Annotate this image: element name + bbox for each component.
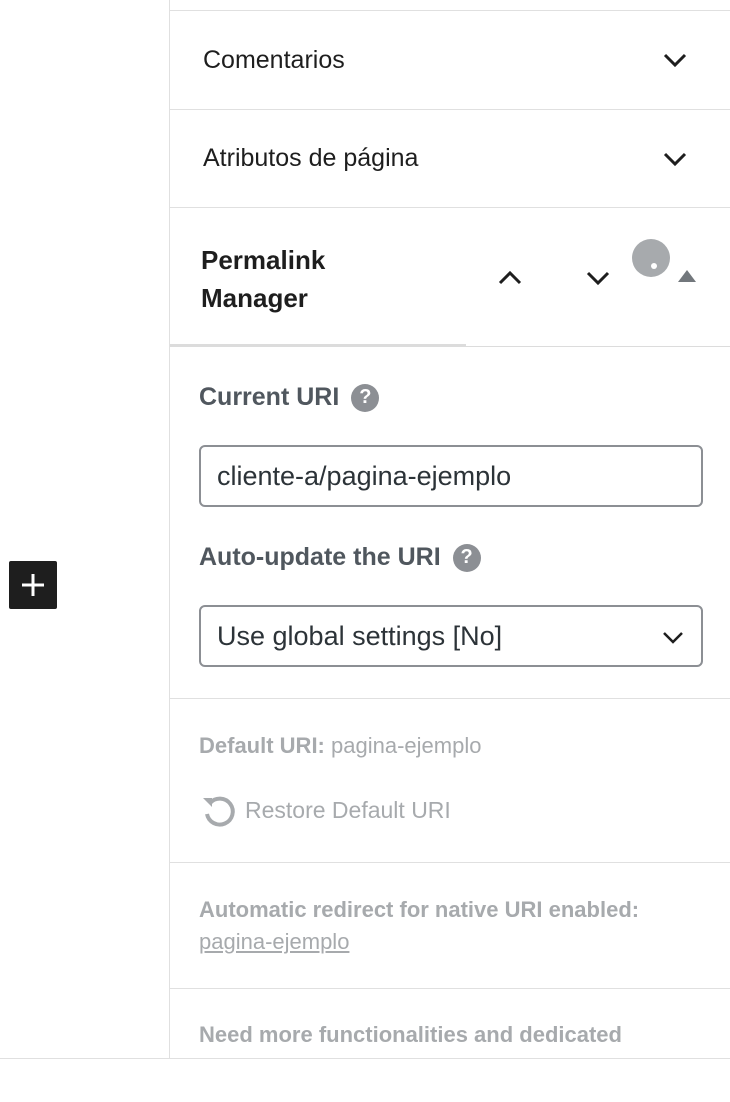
restore-default-uri-button[interactable]: Restore Default URI [199, 790, 451, 830]
settings-sidebar: Comentarios Atributos de página Permalin… [169, 0, 730, 1058]
panel-header-active-underline [170, 344, 466, 347]
panel-title-line-2: Manager [201, 283, 308, 313]
chevron-down-icon[interactable] [581, 261, 615, 295]
panel-permalink-manager-title[interactable]: Permalink Manager [201, 241, 325, 317]
section-divider [170, 988, 730, 989]
current-uri-input[interactable] [199, 445, 703, 507]
auto-update-selected-value: Use global settings [No] [217, 620, 503, 651]
question-circle-icon[interactable]: ? [452, 543, 481, 572]
panel-title-line-1: Permalink [201, 245, 326, 275]
plus-icon [22, 574, 44, 596]
auto-update-label: Auto-update the URI ? [199, 543, 481, 572]
question-circle-icon[interactable]: ? [351, 383, 380, 412]
panel-page-attributes[interactable]: Atributos de página [170, 109, 730, 207]
default-uri: Default URI: pagina-ejemplo [199, 733, 481, 759]
chevron-down-icon [663, 632, 683, 644]
footer-divider [0, 1058, 730, 1059]
default-uri-value: pagina-ejemplo [331, 733, 482, 758]
chevron-up-icon[interactable] [493, 261, 527, 295]
panel-permalink-manager: Permalink Manager [170, 207, 730, 347]
panel-page-attributes-title: Atributos de página [203, 144, 419, 172]
triangle-up-icon[interactable] [678, 270, 696, 282]
chevron-down-icon[interactable] [658, 43, 692, 77]
panel-comments[interactable]: Comentarios [170, 11, 730, 109]
previous-panel-edge [170, 0, 730, 11]
section-divider [170, 862, 730, 863]
add-block-button[interactable] [9, 561, 57, 609]
chevron-down-icon[interactable] [658, 142, 692, 176]
restore-default-uri-label: Restore Default URI [245, 796, 451, 823]
current-uri-label-text: Current URI [199, 383, 340, 411]
auto-update-select[interactable]: Use global settings [No] [199, 605, 703, 667]
current-uri-label: Current URI ? [199, 383, 380, 412]
redirect-label: Automatic redirect for native URI enable… [199, 897, 640, 922]
section-divider [170, 698, 730, 699]
auto-update-label-text: Auto-update the URI [199, 543, 441, 571]
editor-canvas [0, 0, 169, 1058]
default-uri-label: Default URI: [199, 733, 325, 758]
undo-icon [203, 796, 235, 827]
status-dot-icon [632, 239, 670, 277]
redirect-uri-link[interactable]: pagina-ejemplo [199, 929, 349, 955]
panel-comments-title: Comentarios [203, 45, 345, 74]
more-functionalities-text: Need more functionalities and dedicated [199, 1022, 622, 1047]
